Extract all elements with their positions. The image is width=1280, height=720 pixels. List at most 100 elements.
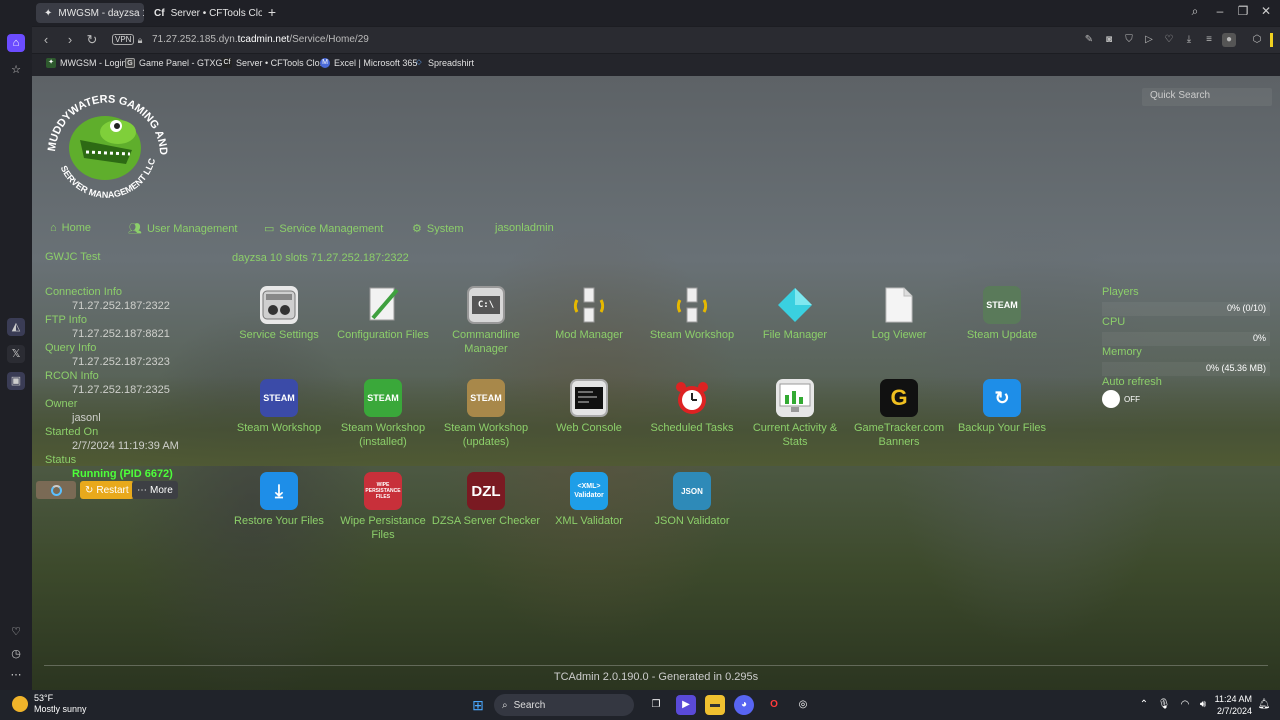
tab-mwgsm[interactable]: ✦ MWGSM - dayzsa 10 slot [36, 3, 144, 23]
auto-refresh-toggle[interactable]: OFF [1102, 390, 1140, 408]
app-wipe-persistance[interactable]: WIPE PERSISTANCE FILES Wipe Persistance … [328, 472, 438, 542]
bookmark-label: Spreadshirt [428, 58, 475, 68]
opera-gx-icon[interactable]: ◎ [793, 695, 813, 715]
tab-label: Server • CFTools Cloud [170, 7, 262, 19]
app-label: Log Viewer [871, 329, 927, 341]
camera-icon[interactable]: ◙ [1102, 33, 1116, 47]
quick-search-input[interactable]: Quick Search [1142, 88, 1272, 106]
date: 2/7/2024 [1216, 706, 1252, 716]
app-label: Configuration Files [337, 329, 429, 341]
app-scheduled-tasks[interactable]: Scheduled Tasks [637, 379, 747, 435]
sidebar-toggle-icon[interactable] [1270, 33, 1273, 47]
owner-value[interactable]: jasonl [72, 412, 101, 424]
send-icon[interactable]: ▷ [1142, 33, 1156, 47]
menu-icon[interactable]: ≡ [1202, 33, 1216, 47]
stop-button[interactable] [36, 481, 76, 499]
wifi-icon[interactable]: ◠ [1175, 695, 1195, 715]
edit-icon[interactable]: ✎ [1082, 33, 1096, 47]
extensions-icon[interactable]: ⬡ [1250, 33, 1264, 47]
memory-value: 0% (45.36 MB) [1205, 363, 1266, 373]
restore-icon: ⤓ [260, 472, 298, 510]
file-explorer-icon[interactable]: ▬ [705, 695, 725, 715]
weather-widget[interactable]: 53°F Mostly sunny [12, 693, 87, 715]
sidebar-app-icon[interactable]: ▣ [7, 372, 25, 390]
x-twitter-icon[interactable]: 𝕏 [7, 345, 25, 363]
shield-icon[interactable]: ⛉ [1122, 33, 1136, 47]
history-icon[interactable]: ◷ [7, 645, 25, 663]
app-log-viewer[interactable]: Log Viewer [844, 286, 954, 342]
time: 11:24 AM [1214, 694, 1252, 704]
pinboard-icon[interactable]: ☆ [7, 61, 25, 79]
bookmark-mwgsm[interactable]: ✦ MWGSM - Login [46, 58, 127, 68]
close-window-button[interactable]: ✕ [1256, 4, 1276, 18]
app-commandline-manager[interactable]: C:\ Commandline Manager [431, 286, 541, 356]
url-field[interactable]: 71.27.252.185.dyn.tcadmin.net/Service/Ho… [152, 34, 369, 45]
app-steam-workshop-updates[interactable]: STEAM Steam Workshop (updates) [431, 379, 541, 449]
menu-user-management[interactable]: 👥︎ User Management [128, 222, 237, 236]
app-mod-manager[interactable]: Mod Manager [534, 286, 644, 342]
app-label: Restore Your Files [234, 515, 324, 527]
heart-icon[interactable]: ♡ [7, 623, 25, 641]
opera-icon[interactable]: O [764, 695, 784, 715]
service-group[interactable]: GWJC Test [45, 251, 100, 263]
app-steam-workshop-installed[interactable]: STEAM Steam Workshop (installed) [328, 379, 438, 449]
muddywaters-logo[interactable]: MUDDYWATERS GAMING AND SERVER MANAGEMENT… [40, 80, 170, 210]
alarm-clock-icon [673, 379, 711, 417]
start-icon[interactable]: ⊞ [468, 695, 488, 715]
menu-user[interactable]: jasonladmin [495, 222, 554, 234]
reload-button[interactable]: ↻ [84, 32, 100, 48]
task-view-icon[interactable]: ❐ [646, 695, 666, 715]
notifications-icon[interactable]: 🔔︎ [1254, 695, 1274, 715]
app-file-manager[interactable]: File Manager [740, 286, 850, 342]
discord-icon[interactable]: ◕ [734, 695, 754, 715]
cpu-bar: 0% [1102, 332, 1270, 346]
app-service-settings[interactable]: Service Settings [224, 286, 334, 342]
app-restore-files[interactable]: ⤓ Restore Your Files [224, 472, 334, 528]
profile-icon[interactable]: ● [1222, 33, 1236, 47]
app-configuration-files[interactable]: Configuration Files [328, 286, 438, 342]
clock[interactable]: 11:24 AM 2/7/2024 [1210, 693, 1252, 717]
bookmark-cftools[interactable]: Cf Server • CFTools Clo... [222, 58, 327, 68]
bookmark-label: Server • CFTools Clo... [236, 58, 328, 68]
heart-icon[interactable]: ♡ [1162, 33, 1176, 47]
back-button[interactable]: ‹ [38, 32, 54, 48]
restart-button[interactable]: ↻ Restart [80, 481, 134, 499]
minimize-button[interactable]: – [1210, 4, 1230, 18]
microphone-icon[interactable]: 🎙︎ [1154, 695, 1174, 715]
app-xml-validator[interactable]: <XML> Validator XML Validator [534, 472, 644, 528]
tab-cftools[interactable]: Cf Server • CFTools Cloud [146, 3, 262, 23]
more-button[interactable]: ⋯ More [132, 481, 178, 499]
rcon-info-value: 71.27.252.187:2325 [72, 384, 170, 396]
tab-bar: ✦ MWGSM - dayzsa 10 slot Cf Server • CFT… [0, 0, 1280, 26]
bookmark-spreadshirt[interactable]: ◇ Spreadshirt [414, 58, 474, 68]
teams-icon[interactable]: ▶ [676, 695, 696, 715]
app-steam-update[interactable]: STEAM Steam Update [947, 286, 1057, 342]
toggle-state: OFF [1124, 394, 1140, 404]
bookmark-excel[interactable]: M Excel | Microsoft 365 [320, 58, 417, 68]
app-gametracker-banners[interactable]: G GameTracker.com Banners [844, 379, 954, 449]
lock-icon[interactable]: 🔒︎ [132, 32, 148, 48]
menu-service-management[interactable]: ▭ Service Management [264, 222, 383, 236]
download-icon[interactable]: ⤓ [1182, 33, 1196, 47]
menu-system[interactable]: ⚙ System [412, 222, 464, 236]
app-json-validator[interactable]: JSON JSON Validator [637, 472, 747, 528]
tray-overflow-icon[interactable]: ⌃ [1134, 695, 1154, 715]
taskbar-search[interactable]: ⌕ Search [494, 694, 634, 716]
app-steam-workshop-mods[interactable]: Steam Workshop [637, 286, 747, 342]
app-backup-files[interactable]: ↻ Backup Your Files [947, 379, 1057, 435]
new-tab-button[interactable]: + [264, 4, 280, 20]
menu-home[interactable]: ⌂ Home [50, 222, 91, 234]
forward-button[interactable]: › [62, 32, 78, 48]
json-validator-icon: JSON [673, 472, 711, 510]
search-tabs-icon[interactable]: ⌕ [1185, 4, 1205, 19]
app-current-activity[interactable]: Current Activity & Stats [740, 379, 850, 449]
more-icon[interactable]: ⋯ [7, 666, 25, 684]
bookmark-game-panel[interactable]: G Game Panel - GTXG... [125, 58, 230, 68]
aria-icon[interactable]: ◭ [7, 318, 25, 336]
maximize-button[interactable]: ❐ [1233, 4, 1253, 18]
app-dzsa-checker[interactable]: DZL DZSA Server Checker [431, 472, 541, 528]
home-icon[interactable]: ⌂ [7, 34, 25, 52]
app-steam-workshop[interactable]: STEAM Steam Workshop [224, 379, 334, 435]
menu-label: jasonladmin [495, 222, 554, 234]
app-web-console[interactable]: Web Console [534, 379, 644, 435]
